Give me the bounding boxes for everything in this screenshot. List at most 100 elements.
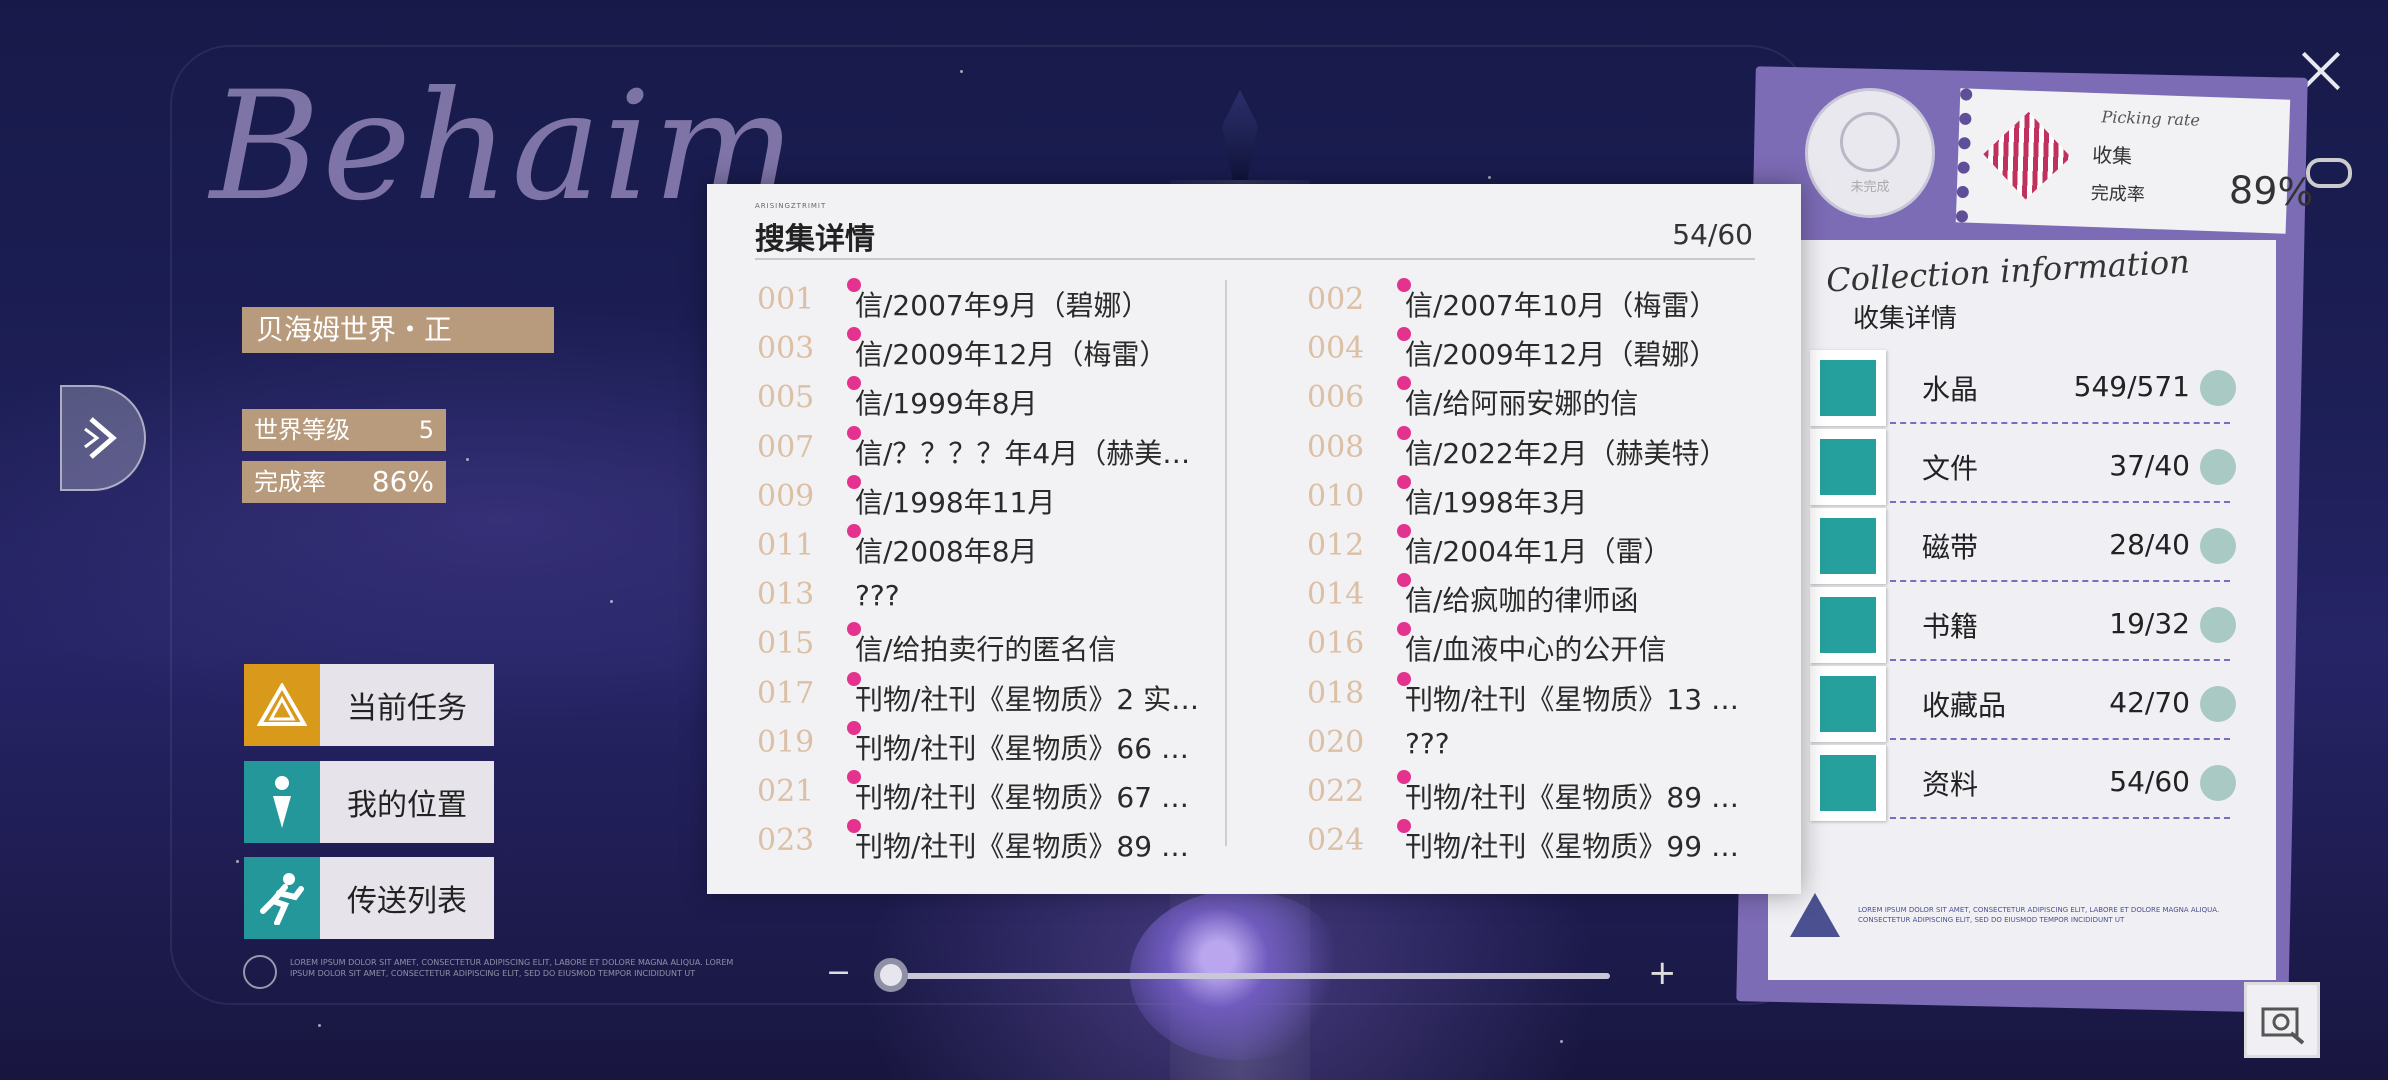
category-divider <box>1890 817 2230 819</box>
category-count: 19/32 <box>2109 607 2190 640</box>
emblem-icon <box>243 955 277 989</box>
collection-item[interactable]: 024 刊物/社刊《星物质》99 … <box>1307 819 1787 863</box>
item-name: ??? <box>1405 726 1450 760</box>
collection-item[interactable]: 006 信/给阿丽安娜的信 <box>1307 376 1787 420</box>
star <box>960 70 963 73</box>
category-icon-fill <box>1820 676 1876 732</box>
item-number: 007 <box>757 429 815 465</box>
item-name: 信/2009年12月（梅雷） <box>855 338 1168 372</box>
collection-item[interactable]: 001 信/2007年9月（碧娜） <box>757 278 1237 322</box>
item-number: 009 <box>757 478 815 514</box>
zoom-out-button[interactable]: − <box>826 955 851 990</box>
running-man-icon <box>244 857 320 939</box>
my-location-label: 我的位置 <box>347 788 467 823</box>
zoom-slider-handle[interactable] <box>873 958 908 992</box>
completion-seal: 未完成 <box>1805 88 1935 218</box>
modal-title: 搜集详情 <box>755 222 875 257</box>
zoom-slider-track[interactable] <box>876 973 1610 979</box>
current-task-button[interactable]: 当前任务 <box>244 664 494 746</box>
collection-category-row[interactable]: 文件 37/40 <box>1810 429 2236 505</box>
world-level-chip: 世界等级 5 <box>242 409 446 451</box>
item-number: 020 <box>1307 724 1365 760</box>
picking-rate-value: 89% <box>2228 167 2315 215</box>
collection-item[interactable]: 016 信/血液中心的公开信 <box>1307 622 1787 666</box>
collection-category-row[interactable]: 书籍 19/32 <box>1810 587 2236 663</box>
category-name: 水晶 <box>1922 373 1979 406</box>
collection-detail-modal: ARISINGZTRIMIT 搜集详情 54/60 001 信/2007年9月（碧… <box>707 184 1801 894</box>
item-number: 003 <box>757 331 815 367</box>
item-name: 刊物/社刊《星物质》13 … <box>1405 682 1739 716</box>
category-divider <box>1890 738 2230 740</box>
collection-item[interactable]: 007 信/？？？？年4月（赫美… <box>757 425 1237 470</box>
item-number: 016 <box>1307 626 1365 662</box>
item-name: 信/2007年9月（碧娜） <box>855 289 1150 322</box>
collection-item[interactable]: 019 刊物/社刊《星物质》66 … <box>757 720 1237 765</box>
collection-item[interactable]: 002 信/2007年10月（梅雷） <box>1307 278 1787 322</box>
collection-item[interactable]: 013??? <box>757 573 1237 617</box>
item-number: 005 <box>757 380 815 416</box>
collection-item[interactable]: 015 信/给拍卖行的匿名信 <box>757 622 1237 666</box>
collection-item[interactable]: 011 信/2008年8月 <box>757 524 1237 568</box>
world-rate-label: 完成率 <box>254 468 326 496</box>
item-number: 024 <box>1307 823 1365 859</box>
collection-item[interactable]: 020??? <box>1307 721 1787 765</box>
new-marker-dot <box>1397 278 1411 292</box>
category-divider <box>1890 580 2230 582</box>
category-status-dot <box>2200 686 2236 722</box>
category-count: 54/60 <box>2109 765 2190 798</box>
item-name: 信/1999年8月 <box>855 387 1038 421</box>
collection-item[interactable]: 018 刊物/社刊《星物质》13 … <box>1307 671 1787 716</box>
collection-category-row[interactable]: 收藏品 42/70 <box>1810 666 2236 742</box>
item-number: 022 <box>1307 774 1365 809</box>
my-location-button[interactable]: 我的位置 <box>244 761 494 843</box>
collection-item[interactable]: 008 信/2022年2月（赫美特） <box>1307 425 1787 470</box>
category-count: 28/40 <box>2109 528 2190 561</box>
new-marker-dot <box>1397 524 1411 538</box>
collection-title: 收集详情 <box>1853 304 1958 334</box>
expand-sidebar-button[interactable] <box>60 385 146 491</box>
star <box>236 860 239 863</box>
collection-item[interactable]: 023 刊物/社刊《星物质》89 … <box>757 819 1237 863</box>
collection-item[interactable]: 003 信/2009年12月（梅雷） <box>757 327 1237 371</box>
new-marker-dot <box>847 524 861 538</box>
teleport-list-button[interactable]: 传送列表 <box>244 857 494 939</box>
item-name: 刊物/社刊《星物质》2 实… <box>855 682 1200 716</box>
collection-item[interactable]: 014 信/给疯咖的律师函 <box>1307 573 1787 617</box>
item-name: 信/2022年2月（赫美特） <box>1405 436 1728 470</box>
book-icon <box>1810 587 1886 663</box>
collection-item[interactable]: 010 信/1998年3月 <box>1307 474 1787 519</box>
collection-item[interactable]: 022 刊物/社刊《星物质》89 … <box>1307 770 1787 814</box>
item-number: 014 <box>1307 577 1365 613</box>
collection-category-row[interactable]: 资料 54/60 <box>1810 745 2236 821</box>
item-number: 023 <box>757 823 815 859</box>
item-number: 019 <box>757 724 815 760</box>
item-name: 信/1998年11月 <box>855 485 1056 519</box>
chevron-right-icon <box>84 417 117 459</box>
category-status-dot <box>2200 528 2236 564</box>
collection-item[interactable]: 012 信/2004年1月（雷） <box>1307 524 1787 568</box>
new-marker-dot <box>1397 770 1411 784</box>
new-marker-dot <box>847 770 861 784</box>
current-task-label: 当前任务 <box>347 691 467 726</box>
item-name: ??? <box>855 579 900 613</box>
collection-item[interactable]: 005 信/1999年8月 <box>757 376 1237 420</box>
item-number: 012 <box>1307 528 1365 563</box>
collection-item[interactable]: 017 刊物/社刊《星物质》2 实… <box>757 671 1237 716</box>
category-status-dot <box>2200 449 2236 485</box>
category-icon-fill <box>1820 597 1876 653</box>
collection-category-row[interactable]: 磁带 28/40 <box>1810 508 2236 584</box>
category-icon-fill <box>1820 755 1876 811</box>
world-level-value: 5 <box>418 416 434 444</box>
collection-category-row[interactable]: 水晶 549/571 <box>1810 350 2236 426</box>
new-marker-dot <box>847 720 861 735</box>
zoom-in-button[interactable]: + <box>1648 953 1677 993</box>
collection-item[interactable]: 009 信/1998年11月 <box>757 474 1237 519</box>
collection-item[interactable]: 004 信/2009年12月（碧娜） <box>1307 327 1787 371</box>
item-number: 010 <box>1307 478 1365 514</box>
category-divider <box>1890 422 2230 424</box>
collection-item[interactable]: 021 刊物/社刊《星物质》67 … <box>757 770 1237 814</box>
modal-count: 54/60 <box>1672 218 1753 251</box>
photo-mode-button[interactable] <box>2244 982 2320 1058</box>
category-icon-fill <box>1820 360 1876 416</box>
category-name: 收藏品 <box>1922 689 2007 722</box>
